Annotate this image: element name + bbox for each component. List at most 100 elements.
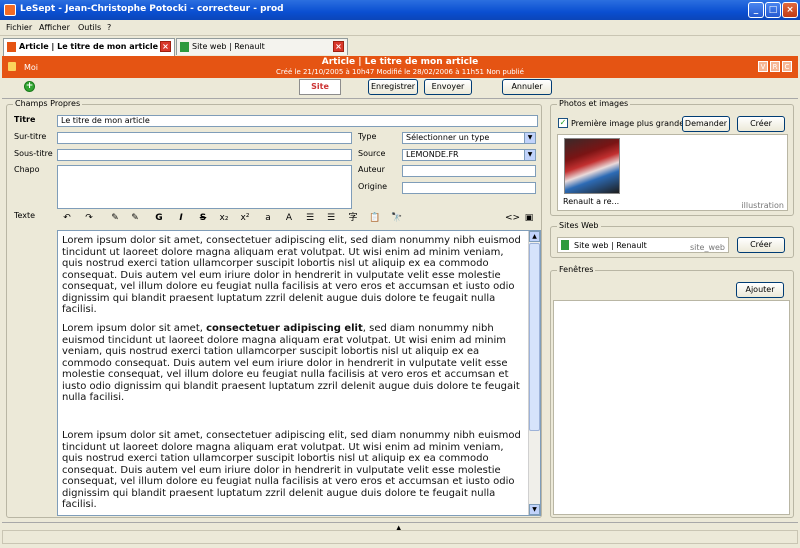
italic-icon[interactable]: I — [175, 212, 187, 224]
v-button[interactable]: V — [758, 61, 768, 72]
text-editor[interactable]: Lorem ipsum dolor sit amet, consectetuer… — [57, 230, 541, 516]
menu-fichier[interactable]: Fichier — [6, 23, 32, 32]
editor-paragraph-3: Lorem ipsum dolor sit amet, consectetuer… — [62, 430, 521, 510]
create-image-button[interactable]: Créer — [737, 116, 785, 132]
article-icon — [7, 42, 16, 52]
site-button[interactable]: Site — [299, 79, 341, 95]
status-divider — [2, 522, 798, 523]
editor-paragraph-2-start: Lorem ipsum dolor sit amet, — [62, 323, 207, 334]
chapo-field[interactable] — [57, 165, 352, 209]
spellcheck-alt-icon[interactable]: ✎ — [129, 212, 141, 224]
editor-paragraph-2-bold: consectetuer adipiscing elit — [206, 323, 363, 334]
titre-label: Titre — [14, 115, 36, 124]
article-header-meta: Créé le 21/10/2005 à 10h47 Modifié le 28… — [276, 68, 524, 76]
site-web-icon — [180, 42, 189, 52]
editor-scrollbar[interactable]: ▲ ▼ — [528, 231, 540, 515]
send-button[interactable]: Envoyer — [424, 79, 472, 95]
maximize-icon[interactable]: ▣ — [523, 212, 535, 224]
tab-site-web[interactable]: Site web | Renault × — [176, 38, 348, 55]
image-list: Renault a re... illustration — [557, 134, 788, 211]
scroll-thumb[interactable] — [529, 243, 540, 431]
menu-afficher[interactable]: Afficher — [39, 23, 70, 32]
subscript-icon[interactable]: x₂ — [218, 212, 230, 224]
tab-article[interactable]: Article | Le titre de mon article × — [3, 38, 175, 56]
image-tag: illustration — [741, 201, 784, 210]
origine-label: Origine — [358, 182, 388, 191]
paste-icon[interactable]: 📋 — [369, 212, 381, 224]
menu-help[interactable]: ? — [107, 23, 111, 32]
special-char-icon[interactable]: 字 — [347, 212, 359, 224]
undo-icon[interactable]: ↶ — [61, 212, 73, 224]
fenetres-title: Fenêtres — [557, 265, 596, 274]
create-site-button[interactable]: Créer — [737, 237, 785, 253]
titre-field[interactable]: Le titre de mon article — [57, 115, 538, 127]
source-code-icon[interactable]: <> — [505, 212, 520, 224]
maximize-button[interactable]: □ — [765, 2, 781, 18]
editor-paragraph-1: Lorem ipsum dolor sit amet, consectetuer… — [62, 235, 521, 315]
window-titlebar: LeSept - Jean-Christophe Potocki - corre… — [0, 0, 800, 20]
sites-web-title: Sites Web — [557, 221, 601, 230]
larger-text-icon[interactable]: A — [283, 212, 295, 224]
strikethrough-icon[interactable]: S — [197, 212, 209, 224]
source-select-value: LEMONDE.FR — [406, 150, 459, 159]
window-title: LeSept - Jean-Christophe Potocki - corre… — [20, 4, 284, 14]
close-window-button[interactable]: × — [782, 2, 798, 18]
request-image-button[interactable]: Demander — [682, 116, 730, 132]
menu-bar: Fichier Afficher Outils ? — [0, 20, 800, 36]
surtitre-label: Sur-titre — [14, 132, 47, 141]
tab-site-web-label: Site web | Renault — [192, 42, 265, 51]
texte-label: Texte — [14, 211, 36, 220]
photos-title: Photos et images — [557, 99, 631, 108]
scroll-down-icon[interactable]: ▼ — [529, 504, 540, 515]
find-icon[interactable]: 🔭 — [391, 212, 403, 224]
editor-paragraph-2-end: , sed diam nonummy nibh euismod tincidun… — [62, 323, 520, 403]
status-bar: ▲ — [0, 520, 800, 548]
site-web-item-tag: site_web — [690, 243, 725, 252]
soustitre-field[interactable] — [57, 149, 352, 161]
chevron-down-icon: ▼ — [524, 133, 535, 143]
soustitre-label: Sous-titre — [14, 149, 53, 158]
numbered-list-icon[interactable]: ☰ — [304, 212, 316, 224]
type-label: Type — [358, 132, 377, 141]
close-tab-article-icon[interactable]: × — [160, 41, 171, 52]
spellcheck-icon[interactable]: ✎ — [109, 212, 121, 224]
tab-article-label: Article | Le titre de mon article — [19, 42, 159, 51]
superscript-icon[interactable]: x² — [239, 212, 251, 224]
save-button[interactable]: Enregistrer — [368, 79, 418, 95]
action-row: + Site Enregistrer Envoyer Annuler — [2, 78, 798, 98]
auteur-field[interactable] — [402, 165, 536, 177]
auteur-label: Auteur — [358, 165, 385, 174]
bullet-list-icon[interactable]: ☰ — [325, 212, 337, 224]
add-window-button[interactable]: Ajouter — [736, 282, 784, 298]
site-web-item-label: Site web | Renault — [574, 241, 647, 250]
bold-icon[interactable]: G — [153, 212, 165, 224]
site-web-item[interactable]: Site web | Renault site_web — [557, 237, 729, 253]
editor-paragraph-2: Lorem ipsum dolor sit amet, consectetuer… — [62, 323, 524, 404]
cancel-button[interactable]: Annuler — [502, 79, 552, 95]
fenetres-list — [553, 300, 790, 515]
smaller-text-icon[interactable]: a — [262, 212, 274, 224]
source-select[interactable]: LEMONDE.FR ▼ — [402, 149, 536, 161]
r-button[interactable]: R — [770, 61, 780, 72]
c-button[interactable]: C — [782, 61, 792, 72]
surtitre-field[interactable] — [57, 132, 352, 144]
status-area — [2, 530, 798, 544]
menu-outils[interactable]: Outils — [78, 23, 101, 32]
site-web-icon — [561, 240, 569, 250]
chevron-down-icon: ▼ — [524, 150, 535, 160]
first-image-checkbox[interactable]: ✓ — [558, 118, 568, 128]
close-tab-site-web-icon[interactable]: × — [333, 41, 344, 52]
first-image-label: Première image plus grande — [571, 119, 685, 128]
origine-field[interactable] — [402, 182, 536, 194]
minimize-button[interactable]: _ — [748, 2, 764, 18]
scroll-up-icon[interactable]: ▲ — [529, 231, 540, 242]
article-header: Moi Article | Le titre de mon article Cr… — [2, 56, 798, 78]
image-caption: Renault a re... — [563, 197, 620, 206]
image-thumbnail[interactable] — [564, 138, 620, 194]
type-select-value: Sélectionner un type — [406, 133, 490, 142]
redo-icon[interactable]: ↷ — [83, 212, 95, 224]
fields-panel: Champs Propres Titre Le titre de mon art… — [2, 99, 544, 520]
add-icon[interactable]: + — [24, 81, 35, 92]
champs-propres-title: Champs Propres — [13, 99, 83, 108]
type-select[interactable]: Sélectionner un type ▼ — [402, 132, 536, 144]
